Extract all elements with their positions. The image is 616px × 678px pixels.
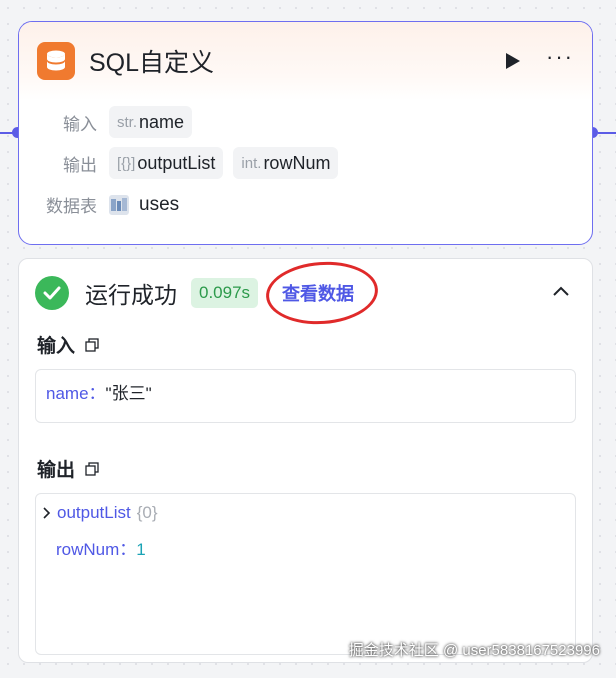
more-options-button[interactable]: ···	[546, 46, 574, 76]
success-check-icon	[35, 276, 69, 310]
run-result-panel: 运行成功 0.097s 查看数据 输入 name："张三" 输出 outputL…	[18, 258, 593, 663]
table-value: uses	[139, 193, 180, 215]
chevron-right-icon	[43, 507, 51, 519]
sql-node-card[interactable]: SQL自定义 ··· 输入 str. name 输出 [{}] outputLi…	[18, 21, 593, 245]
output-section-title: 输出	[37, 455, 99, 482]
chevron-up-icon	[553, 286, 569, 296]
input-json-box: name："张三"	[35, 369, 576, 423]
copy-icon[interactable]	[85, 337, 99, 352]
input-json-line: name："张三"	[46, 384, 152, 403]
table-label: 数据表	[46, 197, 97, 216]
input-section-title: 输入	[37, 331, 99, 358]
node-header: SQL自定义 ···	[19, 22, 592, 100]
result-header: 运行成功 0.097s 查看数据	[35, 258, 576, 328]
output-json-box: outputList {0} rowNum：1	[35, 493, 576, 655]
node-output-row: 输出 [{}] outputList int. rowNum	[19, 147, 348, 179]
play-icon	[506, 53, 521, 69]
table-icon	[109, 194, 129, 215]
database-icon	[37, 42, 75, 80]
output-chip-outputlist: [{}] outputList	[109, 147, 224, 179]
node-input-row: 输入 str. name	[19, 106, 202, 138]
output-label: 输出	[63, 155, 97, 175]
watermark: 掘金技术社区 @ user5838167523996	[348, 642, 600, 659]
output-chip-rownum: int. rowNum	[233, 147, 339, 179]
node-title: SQL自定义	[89, 49, 215, 77]
input-label: 输入	[63, 114, 97, 134]
copy-icon[interactable]	[85, 461, 99, 476]
run-play-button[interactable]	[502, 50, 524, 72]
right-edge	[598, 132, 616, 134]
duration-badge: 0.097s	[191, 278, 259, 308]
collapse-button[interactable]	[550, 281, 572, 303]
node-table-row: 数据表 uses	[19, 192, 179, 217]
output-list-line[interactable]: outputList {0}	[42, 503, 158, 523]
run-status: 运行成功	[85, 282, 177, 308]
output-rownum-line: rowNum：1	[56, 540, 146, 559]
view-data-link[interactable]: 查看数据	[264, 258, 381, 328]
input-chip-name: str. name	[109, 106, 193, 138]
